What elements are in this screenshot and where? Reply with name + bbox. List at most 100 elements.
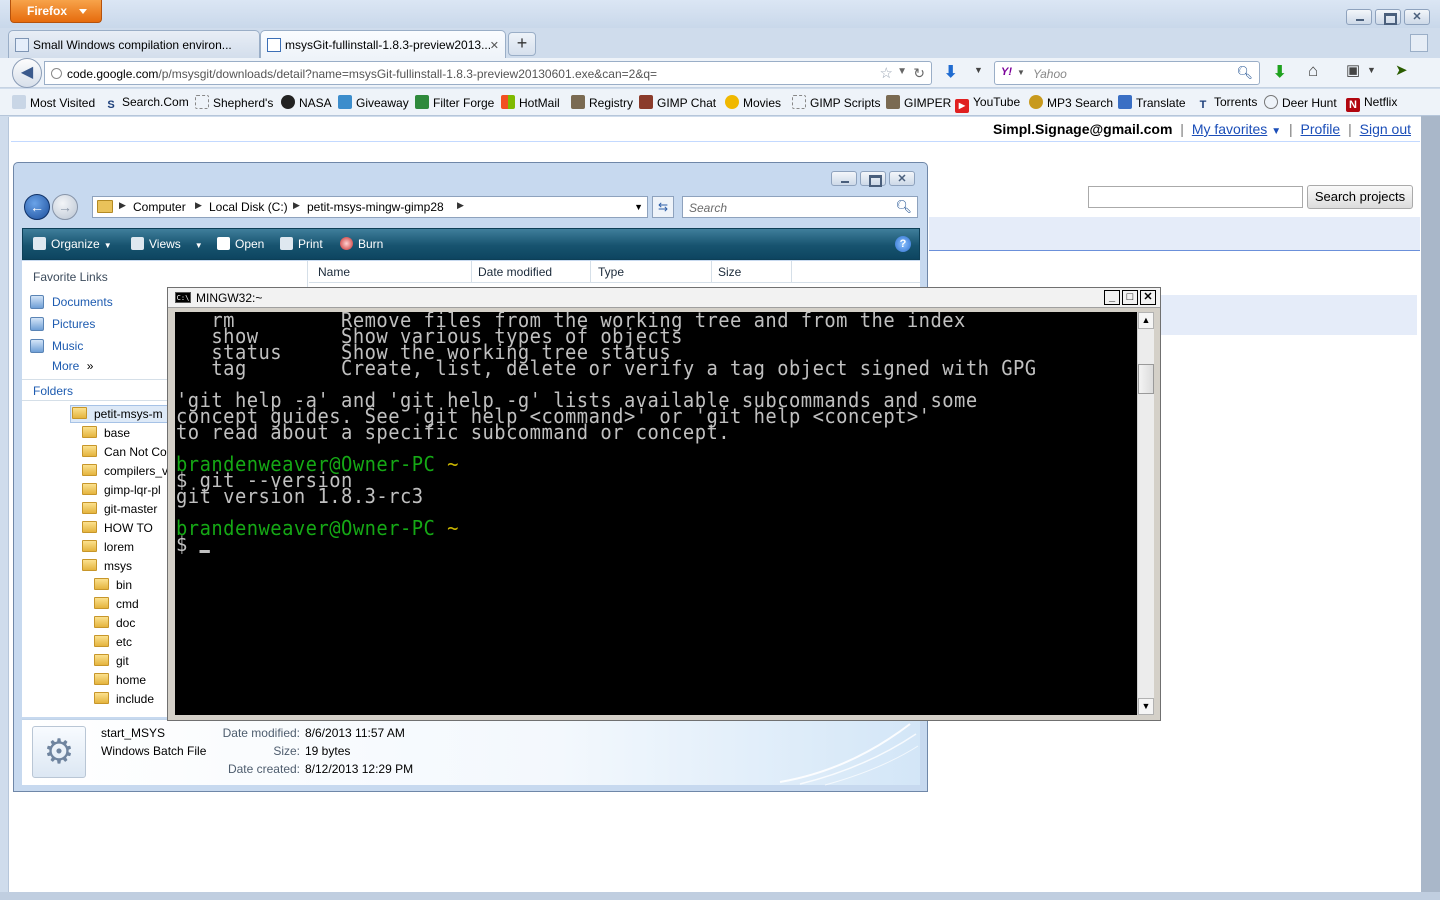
back-button[interactable]: ◀ [12, 58, 42, 88]
bookmark-giveaway[interactable]: Giveaway [338, 95, 409, 110]
favorite-link-music[interactable]: Music [30, 339, 83, 353]
new-tab-button[interactable]: + [508, 32, 536, 56]
profile-link[interactable]: Profile [1301, 121, 1341, 137]
chevron-right-icon[interactable]: ▶ [195, 200, 202, 211]
chevron-right-icon[interactable]: ▶ [457, 200, 464, 211]
bookmark-star-icon[interactable]: ☆ [880, 64, 893, 82]
tree-item[interactable]: Can Not Co [82, 445, 167, 459]
column-divider[interactable] [711, 261, 712, 283]
explorer-search-input[interactable]: Search 🔍︎ [682, 196, 918, 218]
print-button[interactable]: Print [280, 237, 323, 251]
column-divider[interactable] [471, 261, 472, 283]
cursor-icon[interactable]: ➤ [1395, 61, 1408, 79]
burn-button[interactable]: Burn [340, 237, 383, 251]
home-icon[interactable]: ⌂ [1308, 61, 1318, 81]
forward-button[interactable]: → [52, 194, 78, 220]
bookmark-mp3-search[interactable]: MP3 Search [1029, 95, 1113, 110]
download-arrow-icon[interactable]: ⬇ [944, 62, 957, 82]
bookmark-youtube[interactable]: ▶ YouTube [955, 95, 1020, 113]
chevron-right-icon[interactable]: ▶ [119, 200, 126, 211]
views-button[interactable]: Views ▼ [131, 237, 203, 251]
bookmark-filter-forge[interactable]: Filter Forge [415, 95, 494, 110]
open-button[interactable]: Open [217, 237, 264, 251]
console-titlebar[interactable]: C:\ MINGW32:~ _ □ ✕ [168, 288, 1160, 308]
breadcrumb-current-folder[interactable]: petit-msys-mingw-gimp28 [307, 200, 444, 214]
tree-item[interactable]: doc [94, 616, 135, 630]
tab-small-windows[interactable]: Small Windows compilation environ... [8, 30, 260, 58]
chevron-down-icon[interactable]: ▼ [634, 202, 643, 212]
yahoo-icon[interactable]: Y! [1001, 66, 1012, 78]
bookmark-hotmail[interactable]: HotMail [501, 95, 560, 110]
addon-icon[interactable]: ▣ [1346, 61, 1360, 79]
tree-item[interactable]: petit-msys-m [72, 407, 163, 421]
breadcrumb-local-disk[interactable]: Local Disk (C:) [209, 200, 288, 214]
tree-item[interactable]: cmd [94, 597, 139, 611]
tab-msysgit[interactable]: msysGit-fullinstall-1.8.3-preview2013...… [260, 30, 506, 58]
history-dropdown-icon[interactable]: ▼ [897, 66, 907, 77]
favorite-link-documents[interactable]: Documents [30, 295, 113, 309]
url-bar[interactable]: code.google.com/p/msysgit/downloads/deta… [44, 61, 932, 85]
explorer-address-bar[interactable]: ▶ Computer ▶ Local Disk (C:) ▶ petit-msy… [92, 196, 648, 218]
chevron-down-icon[interactable]: ▼ [1017, 68, 1025, 77]
bookmark-gimp-chat[interactable]: GIMP Chat [639, 95, 716, 110]
bookmark-registry[interactable]: Registry [571, 95, 633, 110]
close-tab-icon[interactable]: ✕ [490, 39, 499, 52]
minimize-button[interactable] [831, 171, 857, 186]
bookmark-gimp-scripts[interactable]: GIMP Scripts [792, 95, 880, 110]
bookmark-shepherds[interactable]: Shepherd's [195, 95, 273, 110]
close-button[interactable]: ✕ [1140, 290, 1156, 305]
firefox-menu-button[interactable]: Firefox [10, 0, 102, 23]
tree-item[interactable]: lorem [82, 540, 134, 554]
column-type[interactable]: Type [598, 265, 624, 279]
minimize-button[interactable] [1346, 9, 1372, 25]
bookmark-netflix[interactable]: N Netflix [1346, 95, 1397, 112]
my-favorites-link[interactable]: My favorites [1192, 121, 1267, 137]
chevron-down-icon[interactable]: ▼ [974, 65, 983, 75]
favorite-link-pictures[interactable]: Pictures [30, 317, 95, 331]
column-name[interactable]: Name [318, 265, 350, 279]
scroll-thumb[interactable] [1138, 364, 1154, 394]
search-icon[interactable]: 🔍︎ [895, 199, 912, 215]
bookmark-translate[interactable]: Translate [1118, 95, 1186, 110]
green-download-icon[interactable]: ⬇ [1273, 62, 1286, 82]
bookmark-most-visited[interactable]: Most Visited [12, 95, 95, 110]
back-button[interactable]: ← [24, 194, 50, 220]
breadcrumb-computer[interactable]: Computer [133, 200, 186, 214]
reload-icon[interactable]: ↻ [913, 65, 925, 82]
minimize-button[interactable]: _ [1104, 290, 1120, 305]
column-size[interactable]: Size [718, 265, 741, 279]
column-divider[interactable] [791, 261, 792, 283]
bookmark-movies[interactable]: Movies [725, 95, 781, 110]
sign-out-link[interactable]: Sign out [1360, 121, 1411, 137]
help-icon[interactable]: ? [895, 236, 911, 252]
project-search-input[interactable] [1088, 186, 1303, 208]
console-screen[interactable]: rm Remove files from the working tree an… [175, 312, 1137, 715]
tree-item[interactable]: home [94, 673, 146, 687]
search-bar[interactable]: Y! ▼ Yahoo 🔍︎ [994, 61, 1260, 85]
tree-item[interactable]: msys [82, 559, 132, 573]
scroll-up-button[interactable]: ▲ [1138, 312, 1154, 329]
tree-item[interactable]: git [94, 654, 129, 668]
tree-item[interactable]: compilers_v [82, 464, 168, 478]
console-scrollbar[interactable]: ▲ ▼ [1137, 312, 1154, 715]
tree-item[interactable]: base [82, 426, 130, 440]
favorites-dropdown-icon[interactable]: ▼ [1271, 126, 1281, 137]
tree-item[interactable]: HOW TO [82, 521, 153, 535]
bookmark-nasa[interactable]: NASA [281, 95, 332, 110]
tree-item[interactable]: etc [94, 635, 132, 649]
search-icon[interactable]: 🔍︎ [1236, 65, 1253, 81]
refresh-button[interactable]: ⇆ [652, 196, 674, 218]
maximize-button[interactable]: □ [1122, 290, 1138, 305]
column-date-modified[interactable]: Date modified [478, 265, 552, 279]
bookmark-search-com[interactable]: S Search.Com [104, 95, 188, 112]
maximize-button[interactable] [1375, 9, 1401, 25]
bookmark-gimper[interactable]: GIMPER [886, 95, 951, 110]
tree-item[interactable]: gimp-lqr-pl [82, 483, 161, 497]
chevron-right-icon[interactable]: ▶ [293, 200, 300, 211]
tree-item[interactable]: include [94, 692, 154, 706]
close-button[interactable] [1404, 9, 1430, 25]
tree-item[interactable]: bin [94, 578, 132, 592]
maximize-button[interactable] [860, 171, 886, 187]
close-button[interactable] [889, 171, 915, 186]
column-divider[interactable] [590, 261, 591, 283]
